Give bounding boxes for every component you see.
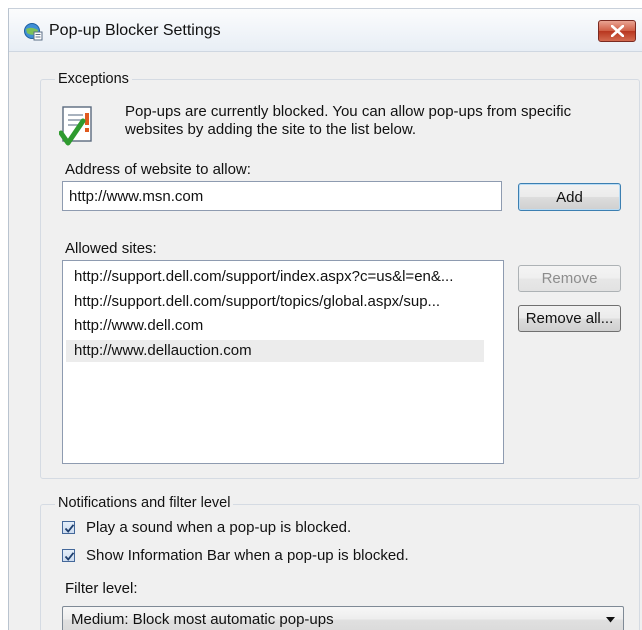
info-message-line2: websites by adding the site to the list …	[125, 121, 417, 138]
info-message: Pop-ups are currently blocked. You can a…	[125, 103, 625, 139]
popup-blocker-dialog: Pop-up Blocker Settings Exceptions Pop-u…	[8, 8, 642, 630]
allowed-site-item[interactable]: http://www.dellauction.com	[66, 339, 484, 362]
close-button[interactable]	[598, 20, 636, 42]
chevron-down-icon	[606, 617, 615, 623]
allowed-sites-label: Allowed sites:	[65, 240, 157, 257]
play-sound-label[interactable]: Play a sound when a pop-up is blocked.	[86, 519, 351, 536]
ie-globe-icon	[23, 21, 43, 41]
filter-level-label: Filter level:	[65, 580, 138, 597]
remove-button[interactable]: Remove	[518, 265, 621, 292]
notifications-group-label: Notifications and filter level	[55, 495, 234, 511]
remove-all-button[interactable]: Remove all...	[518, 305, 621, 332]
checkmark-icon	[64, 524, 75, 533]
allowed-site-item[interactable]: http://support.dell.com/support/topics/g…	[66, 291, 484, 313]
window-title: Pop-up Blocker Settings	[49, 22, 221, 39]
allowed-site-item[interactable]: http://support.dell.com/support/index.as…	[66, 266, 484, 288]
show-infobar-label[interactable]: Show Information Bar when a pop-up is bl…	[86, 547, 409, 564]
allowed-sites-list[interactable]: http://support.dell.com/support/index.as…	[62, 260, 504, 464]
warning-document-icon	[58, 105, 97, 151]
allowed-site-item[interactable]: http://www.dell.com	[66, 315, 484, 337]
exceptions-group-label: Exceptions	[55, 71, 132, 87]
title-bar[interactable]: Pop-up Blocker Settings	[9, 9, 642, 52]
address-input[interactable]	[62, 181, 502, 211]
info-message-line1: Pop-ups are currently blocked. You can a…	[125, 103, 572, 120]
filter-level-value: Medium: Block most automatic pop-ups	[71, 611, 334, 628]
add-button[interactable]: Add	[518, 183, 621, 211]
checkmark-icon	[64, 552, 75, 561]
address-label: Address of website to allow:	[65, 161, 251, 178]
filter-level-dropdown[interactable]: Medium: Block most automatic pop-ups	[62, 606, 624, 630]
show-infobar-checkbox[interactable]	[62, 549, 75, 562]
play-sound-checkbox[interactable]	[62, 521, 75, 534]
close-icon	[611, 25, 624, 37]
